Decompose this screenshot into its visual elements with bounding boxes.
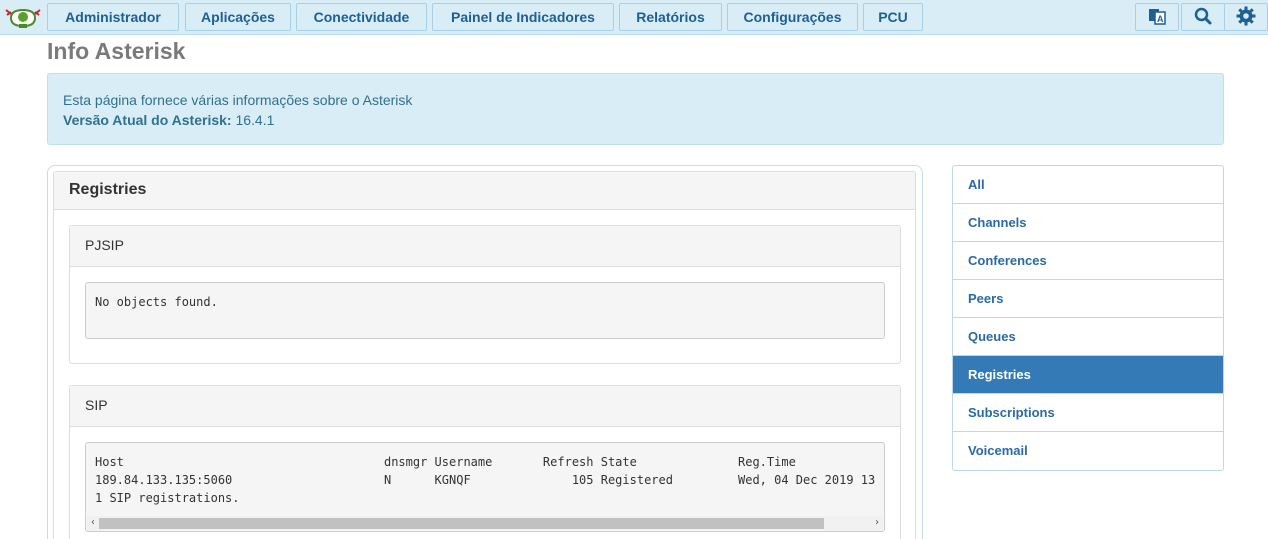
scroll-left-icon[interactable]: ‹: [87, 516, 99, 530]
sip-output-header: Host dnsmgr Username Refresh State Reg.T…: [95, 455, 796, 469]
search-button[interactable]: [1181, 3, 1225, 31]
registries-panel-title: Registries: [54, 172, 915, 210]
sidebar-item-peers[interactable]: Peers: [953, 280, 1223, 318]
nav-painel-de-indicadores[interactable]: Painel de Indicadores: [432, 3, 614, 31]
sip-panel-title: SIP: [70, 386, 900, 427]
sidebar-item-queues[interactable]: Queues: [953, 318, 1223, 356]
nav-conectividade[interactable]: Conectividade: [296, 3, 427, 31]
sidebar-item-channels[interactable]: Channels: [953, 204, 1223, 242]
language-button[interactable]: A: [1135, 3, 1179, 31]
nav-relatorios[interactable]: Relatórios: [619, 3, 722, 31]
version-line: Versão Atual do Asterisk: 16.4.1: [63, 110, 1208, 130]
nav-administrador[interactable]: Administrador: [47, 3, 179, 31]
scrollbar-thumb[interactable]: [99, 518, 824, 529]
search-icon: [1194, 7, 1212, 28]
info-alert: Esta página fornece várias informações s…: [47, 73, 1224, 145]
sidebar-item-registries[interactable]: Registries: [953, 356, 1223, 394]
page-title: Info Asterisk: [47, 38, 186, 64]
svg-text:A: A: [1157, 14, 1164, 24]
sip-output: Host dnsmgr Username Refresh State Reg.T…: [85, 442, 885, 532]
version-value: 16.4.1: [235, 112, 275, 128]
logo-icon[interactable]: [5, 4, 41, 30]
horizontal-scrollbar[interactable]: ‹ ›: [87, 516, 883, 530]
sidebar-item-voicemail[interactable]: Voicemail: [953, 432, 1223, 470]
gear-icon: [1236, 6, 1256, 29]
sidebar-item-subscriptions[interactable]: Subscriptions: [953, 394, 1223, 432]
pjsip-output: No objects found.: [85, 282, 885, 339]
scroll-right-icon[interactable]: ›: [871, 516, 883, 530]
top-navbar: Administrador Aplicações Conectividade P…: [0, 0, 1268, 35]
language-icon: A: [1148, 7, 1166, 28]
pjsip-output-line: No objects found.: [95, 295, 218, 309]
version-label: Versão Atual do Asterisk:: [63, 112, 232, 128]
sidebar-item-all[interactable]: All: [953, 166, 1223, 204]
sip-output-summary: 1 SIP registrations.: [95, 491, 240, 505]
settings-button[interactable]: [1224, 3, 1268, 31]
nav-configuracoes[interactable]: Configurações: [727, 3, 858, 31]
sip-panel: SIP Host dnsmgr Username Refresh State R…: [69, 385, 901, 539]
info-description: Esta página fornece várias informações s…: [63, 92, 413, 108]
info-sidebar: All Channels Conferences Peers Queues Re…: [952, 165, 1224, 471]
sip-output-row: 189.84.133.135:5060 N KGNQF 105 Register…: [95, 473, 876, 487]
nav-pcu[interactable]: PCU: [863, 3, 923, 31]
pjsip-panel: PJSIP No objects found.: [69, 225, 901, 364]
pjsip-panel-title: PJSIP: [70, 226, 900, 267]
nav-aplicacoes[interactable]: Aplicações: [185, 3, 291, 31]
sidebar-item-conferences[interactable]: Conferences: [953, 242, 1223, 280]
